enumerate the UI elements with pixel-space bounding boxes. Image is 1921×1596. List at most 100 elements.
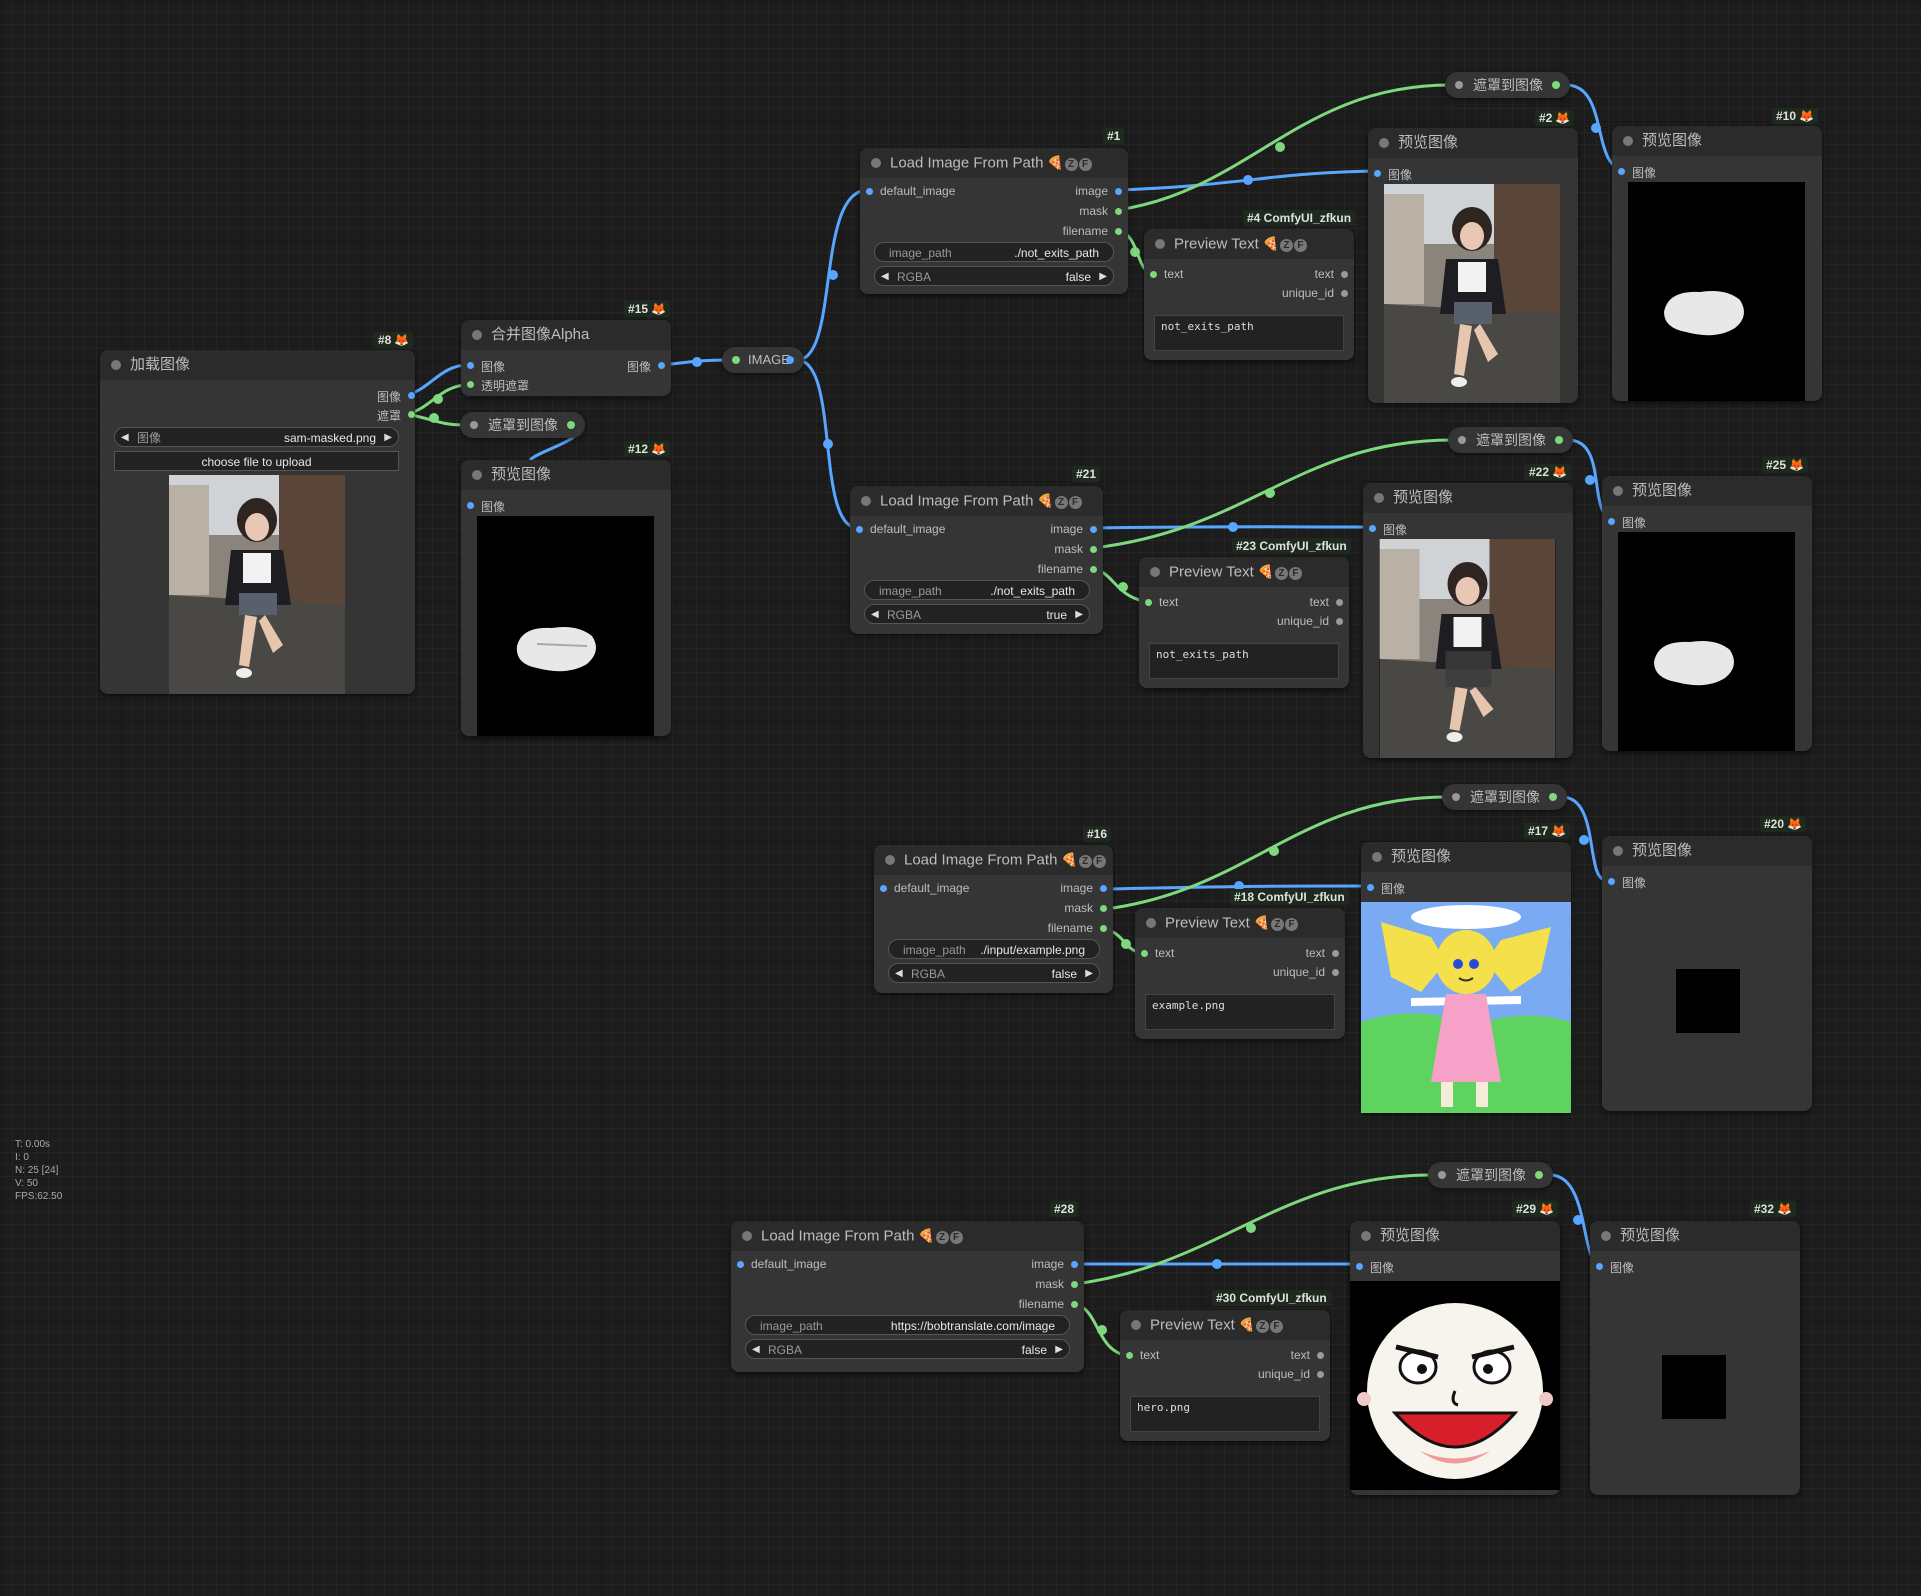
image-path-field[interactable]: image_path ./input/example.png bbox=[888, 939, 1100, 959]
node-join-image-alpha[interactable]: 合并图像Alpha 图像 透明遮罩 图像 bbox=[461, 320, 671, 396]
node-preview-image-32[interactable]: 预览图像 图像 bbox=[1590, 1221, 1800, 1495]
mask-to-image-node-1[interactable]: 遮罩到图像 bbox=[1445, 72, 1570, 98]
upload-button[interactable]: choose file to upload bbox=[114, 451, 399, 471]
rgba-toggle[interactable]: ◀ RGBA true ▶ bbox=[864, 604, 1090, 624]
output-dot-icon[interactable] bbox=[786, 356, 794, 364]
node-load-image[interactable]: 加载图像 图像 遮罩 ◀ 图像 sam-masked.png ▶ choose fil… bbox=[100, 350, 415, 694]
input-image[interactable]: 图像 bbox=[1367, 880, 1405, 897]
arrow-right-icon[interactable]: ▶ bbox=[1075, 605, 1083, 623]
output-dot-icon[interactable] bbox=[408, 411, 415, 418]
node-title[interactable]: 预览图像 bbox=[461, 460, 671, 490]
node-title[interactable]: Preview Text 🍕 Z F bbox=[1144, 229, 1354, 259]
node-preview-image-20[interactable]: 预览图像 图像 bbox=[1602, 836, 1812, 1111]
node-title[interactable]: 预览图像 bbox=[1368, 128, 1578, 158]
input-dot-icon[interactable] bbox=[1369, 525, 1376, 532]
node-title[interactable]: Preview Text 🍕 Z F bbox=[1139, 557, 1349, 587]
input-dot-icon[interactable] bbox=[1596, 1263, 1603, 1270]
input-image[interactable]: 图像 bbox=[1608, 514, 1646, 531]
input-image[interactable]: 图像 bbox=[467, 358, 505, 375]
arrow-right-icon[interactable]: ▶ bbox=[1055, 1340, 1063, 1358]
output-text[interactable]: text bbox=[1315, 267, 1348, 281]
output-image[interactable]: 图像 bbox=[627, 358, 665, 375]
node-preview-image-2[interactable]: 预览图像 图像 bbox=[1368, 128, 1578, 403]
node-title[interactable]: Load Image From Path 🍕 Z F bbox=[860, 148, 1128, 178]
input-default-image[interactable]: default_image bbox=[737, 1257, 826, 1271]
input-dot-icon[interactable] bbox=[1608, 878, 1615, 885]
output-unique-id[interactable]: unique_id bbox=[1282, 286, 1348, 300]
node-preview-text-4[interactable]: Preview Text 🍕 Z F text text unique_id not_… bbox=[1144, 229, 1354, 360]
input-dot-icon[interactable] bbox=[470, 421, 478, 429]
input-dot-icon[interactable] bbox=[467, 362, 474, 369]
output-dot-icon[interactable] bbox=[1071, 1261, 1078, 1268]
input-dot-icon[interactable] bbox=[1452, 793, 1460, 801]
arrow-left-icon[interactable]: ◀ bbox=[881, 267, 889, 285]
node-title[interactable]: 预览图像 bbox=[1602, 476, 1812, 506]
input-image[interactable]: 图像 bbox=[1618, 164, 1656, 181]
collapse-dot-icon[interactable] bbox=[1155, 239, 1165, 249]
output-mask[interactable]: mask bbox=[1035, 1277, 1078, 1291]
preview-text-area[interactable]: not_exits_path bbox=[1154, 315, 1344, 351]
output-dot-icon[interactable] bbox=[1090, 546, 1097, 553]
collapse-dot-icon[interactable] bbox=[1372, 852, 1382, 862]
input-image[interactable]: 图像 bbox=[1596, 1259, 1634, 1276]
output-unique-id[interactable]: unique_id bbox=[1258, 1367, 1324, 1381]
collapse-dot-icon[interactable] bbox=[1379, 138, 1389, 148]
node-title[interactable]: Load Image From Path 🍕 Z F bbox=[874, 845, 1113, 875]
mask-to-image-node-8[interactable]: 遮罩到图像 bbox=[460, 412, 585, 438]
node-preview-image-25[interactable]: 预览图像 图像 bbox=[1602, 476, 1812, 751]
output-unique-id[interactable]: unique_id bbox=[1273, 965, 1339, 979]
input-alpha[interactable]: 透明遮罩 bbox=[467, 377, 529, 394]
collapse-dot-icon[interactable] bbox=[472, 330, 482, 340]
input-image[interactable]: 图像 bbox=[1356, 1259, 1394, 1276]
input-dot-icon[interactable] bbox=[737, 1261, 744, 1268]
mask-to-image-node-21[interactable]: 遮罩到图像 bbox=[1448, 427, 1573, 453]
node-title[interactable]: 预览图像 bbox=[1602, 836, 1812, 866]
input-default-image[interactable]: default_image bbox=[856, 522, 945, 536]
collapse-dot-icon[interactable] bbox=[742, 1231, 752, 1241]
arrow-right-icon[interactable]: ▶ bbox=[1099, 267, 1107, 285]
input-image[interactable]: 图像 bbox=[467, 498, 505, 515]
node-preview-text-18[interactable]: Preview Text 🍕 Z F text text unique_id exam… bbox=[1135, 908, 1345, 1039]
collapse-dot-icon[interactable] bbox=[1623, 136, 1633, 146]
output-mask[interactable]: 遮罩 bbox=[377, 407, 415, 424]
node-title[interactable]: 预览图像 bbox=[1350, 1221, 1560, 1251]
output-dot-icon[interactable] bbox=[1555, 436, 1563, 444]
node-load-image-from-path-21[interactable]: Load Image From Path 🍕 Z F default_image im… bbox=[850, 486, 1103, 634]
input-dot-icon[interactable] bbox=[467, 381, 474, 388]
input-text[interactable]: text bbox=[1145, 595, 1178, 609]
image-path-field[interactable]: image_path https://bobtranslate.com/image bbox=[745, 1315, 1070, 1335]
output-dot-icon[interactable] bbox=[1071, 1301, 1078, 1308]
output-dot-icon[interactable] bbox=[1115, 228, 1122, 235]
image-path-field[interactable]: image_path ./not_exits_path bbox=[874, 242, 1114, 262]
output-filename[interactable]: filename bbox=[1019, 1297, 1078, 1311]
node-title[interactable]: Preview Text 🍕 Z F bbox=[1135, 908, 1345, 938]
output-image[interactable]: image bbox=[1075, 184, 1122, 198]
node-preview-text-30[interactable]: Preview Text 🍕 Z F text text unique_id hero… bbox=[1120, 1310, 1330, 1441]
output-dot-icon[interactable] bbox=[658, 362, 665, 369]
arrow-left-icon[interactable]: ◀ bbox=[871, 605, 879, 623]
output-dot-icon[interactable] bbox=[1317, 1371, 1324, 1378]
preview-text-area[interactable]: not_exits_path bbox=[1149, 643, 1339, 679]
output-dot-icon[interactable] bbox=[1332, 969, 1339, 976]
input-text[interactable]: text bbox=[1126, 1348, 1159, 1362]
output-text[interactable]: text bbox=[1306, 946, 1339, 960]
output-dot-icon[interactable] bbox=[1336, 618, 1343, 625]
collapse-dot-icon[interactable] bbox=[1601, 1231, 1611, 1241]
input-dot-icon[interactable] bbox=[1618, 168, 1625, 175]
input-dot-icon[interactable] bbox=[1126, 1352, 1133, 1359]
output-dot-icon[interactable] bbox=[1100, 905, 1107, 912]
image-path-field[interactable]: image_path ./not_exits_path bbox=[864, 580, 1090, 600]
input-dot-icon[interactable] bbox=[1150, 271, 1157, 278]
collapse-dot-icon[interactable] bbox=[871, 158, 881, 168]
output-dot-icon[interactable] bbox=[1549, 793, 1557, 801]
rgba-toggle[interactable]: ◀ RGBA false ▶ bbox=[874, 266, 1114, 286]
node-load-image-from-path-1[interactable]: Load Image From Path 🍕 Z F default_image im… bbox=[860, 148, 1128, 294]
collapse-dot-icon[interactable] bbox=[885, 855, 895, 865]
input-default-image[interactable]: default_image bbox=[880, 881, 969, 895]
input-dot-icon[interactable] bbox=[866, 188, 873, 195]
output-dot-icon[interactable] bbox=[1115, 208, 1122, 215]
output-dot-icon[interactable] bbox=[567, 421, 575, 429]
output-mask[interactable]: mask bbox=[1054, 542, 1097, 556]
collapse-dot-icon[interactable] bbox=[1150, 567, 1160, 577]
output-text[interactable]: text bbox=[1291, 1348, 1324, 1362]
